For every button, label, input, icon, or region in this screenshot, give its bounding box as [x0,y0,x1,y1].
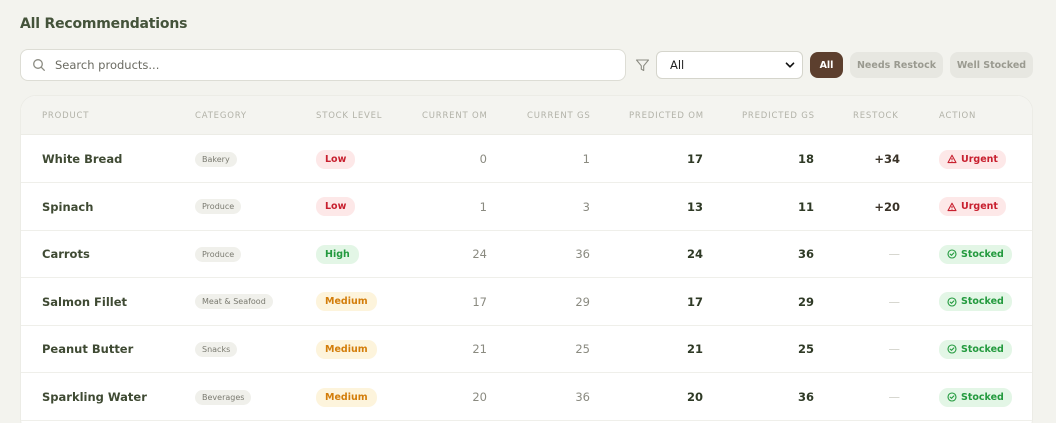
product-name: Peanut Butter [42,342,134,357]
current-om-value: 0 [479,152,487,166]
alert-triangle-icon [947,202,961,212]
product-name: White Bread [42,152,123,166]
filter-pill-needs-restock[interactable]: Needs Restock [850,52,943,78]
current-om-value: 20 [472,390,487,404]
product-name: Carrots [42,247,90,262]
stock-level-badge: High [316,244,359,264]
predicted-gs-value: 18 [797,152,814,166]
stock-level-badge: Low [316,149,356,169]
check-circle-icon [947,344,961,354]
search-icon [32,58,46,72]
search-input[interactable] [55,58,625,72]
column-header-category: CATEGORY [195,111,247,121]
alert-triangle-icon [947,154,961,164]
predicted-om-value: 17 [686,294,703,309]
current-gs-value: 36 [575,390,590,404]
stock-level-badge: Low [316,197,356,217]
table-header: PRODUCT CATEGORY STOCK LEVEL CURRENT OM … [21,96,1032,135]
action-badge-stocked[interactable]: Stocked [939,387,1012,407]
category-badge: Snacks [195,341,238,357]
table-row[interactable]: Spinach Produce Low 1 3 13 11 +20 Urgent [21,183,1032,231]
column-header-restock: RESTOCK [853,111,899,121]
restock-value: +20 [874,199,900,214]
search-box[interactable] [20,49,626,81]
current-gs-value: 1 [582,152,590,166]
restock-value: — [888,342,901,357]
predicted-om-value: 17 [686,152,703,166]
table-row[interactable]: Sparkling Water Beverages Medium 20 36 20 36 — S… [21,373,1032,421]
table-row[interactable]: Carrots Produce High 24 36 24 36 — Stocked [21,230,1032,279]
column-header-current-om: CURRENT OM [422,111,488,121]
check-circle-icon [947,249,961,259]
current-om-value: 21 [472,342,487,357]
action-label: Urgent [961,201,998,213]
predicted-gs-value: 29 [797,294,814,309]
column-header-predicted-gs: PREDICTED GS [742,111,815,121]
current-om-value: 24 [472,247,487,262]
stock-level-badge: Medium [316,292,377,312]
restock-value: — [888,294,901,309]
restock-value: +34 [874,152,900,166]
action-badge-urgent[interactable]: Urgent [939,197,1006,217]
product-name: Spinach [42,199,94,214]
recommendations-page: All Recommendations All All Needs Restoc… [0,0,1056,423]
table-row[interactable]: Salmon Fillet Meat & Seafood Medium 17 29 17 2… [21,278,1032,326]
table-row[interactable]: White Bread Bakery Low 0 1 17 18 +34 Urgent [21,135,1032,183]
current-om-value: 17 [472,294,487,309]
column-header-action: ACTION [939,111,977,121]
current-gs-value: 36 [575,247,590,262]
category-select-value: All [670,58,685,72]
stock-level-badge: Medium [316,339,377,359]
predicted-gs-value: 36 [797,390,814,404]
action-label: Urgent [961,153,998,165]
product-name: Salmon Fillet [42,294,128,309]
action-label: Stocked [961,391,1004,403]
predicted-gs-value: 36 [797,247,814,262]
column-header-current-gs: CURRENT GS [527,111,591,121]
predicted-om-value: 13 [686,199,703,214]
category-badge: Produce [195,246,242,262]
product-name: Sparkling Water [42,390,147,404]
current-om-value: 1 [479,199,487,214]
chevron-down-icon [784,59,796,71]
filter-pill-all[interactable]: All [810,52,843,78]
current-gs-value: 25 [575,342,590,357]
category-badge: Produce [195,199,242,215]
category-badge: Beverages [195,389,252,405]
action-label: Stocked [961,343,1004,355]
page-title: All Recommendations [20,16,188,32]
predicted-om-value: 21 [686,342,703,357]
column-header-stock-level: STOCK LEVEL [316,111,383,121]
predicted-om-value: 20 [686,390,703,404]
action-badge-stocked[interactable]: Stocked [939,244,1012,264]
action-label: Stocked [961,248,1004,260]
check-circle-icon [947,392,961,402]
table-row[interactable]: Peanut Butter Snacks Medium 21 25 21 25 — Stocke… [21,325,1032,374]
filter-icon[interactable] [635,58,650,73]
recommendations-table: PRODUCT CATEGORY STOCK LEVEL CURRENT OM … [20,95,1033,423]
category-badge: Meat & Seafood [195,294,273,310]
column-header-product: PRODUCT [42,111,90,121]
action-badge-stocked[interactable]: Stocked [939,292,1012,312]
action-badge-stocked[interactable]: Stocked [939,339,1012,359]
column-header-predicted-om: PREDICTED OM [629,111,704,121]
predicted-gs-value: 25 [797,342,814,357]
category-select[interactable]: All [656,51,803,79]
predicted-om-value: 24 [686,247,703,262]
restock-value: — [888,390,901,404]
current-gs-value: 29 [575,294,590,309]
restock-value: — [888,247,901,262]
category-badge: Bakery [195,151,237,167]
stock-level-badge: Medium [316,387,377,407]
action-badge-urgent[interactable]: Urgent [939,149,1006,169]
predicted-gs-value: 11 [797,199,814,214]
filter-pill-well-stocked[interactable]: Well Stocked [950,52,1033,78]
action-label: Stocked [961,296,1004,308]
check-circle-icon [947,297,961,307]
current-gs-value: 3 [582,199,590,214]
